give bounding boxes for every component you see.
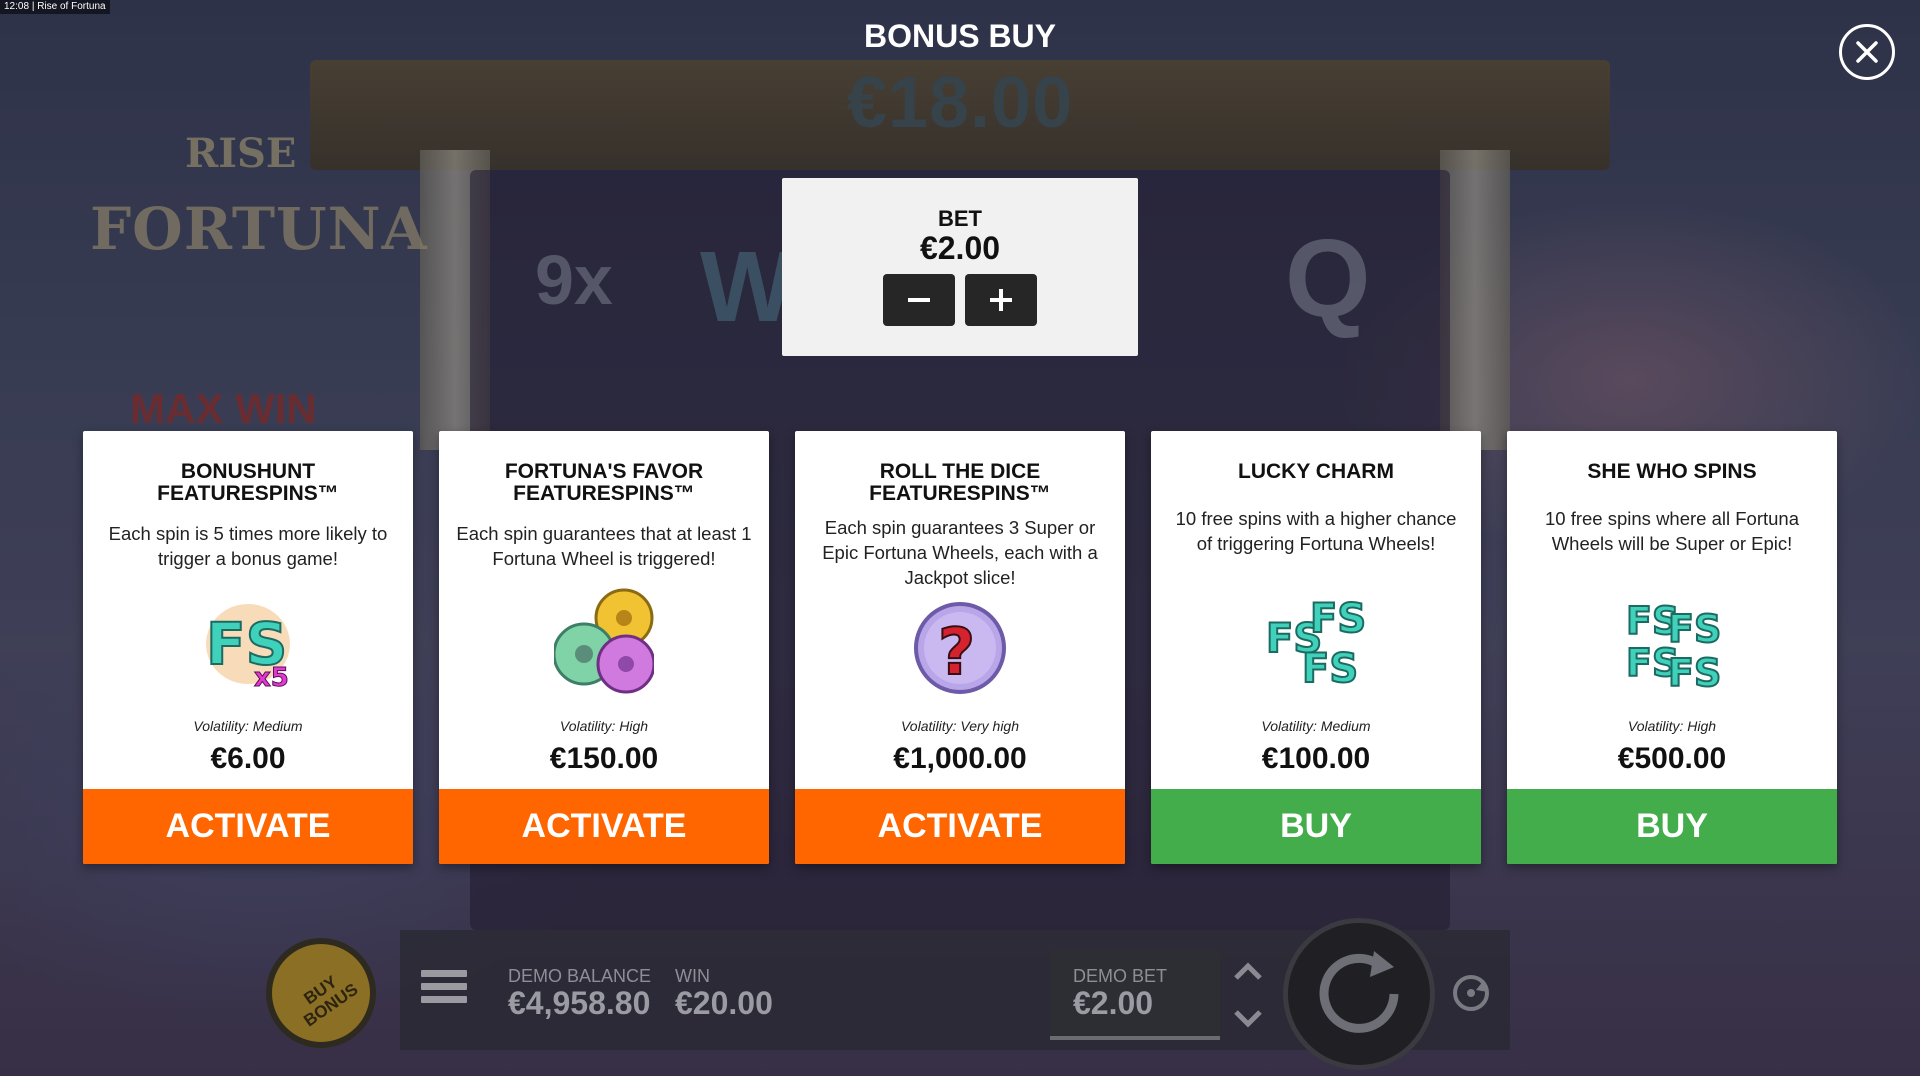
status-app-title: Rise of Fortuna (37, 1, 106, 12)
card-description: 10 free spins with a higher chance of tr… (1175, 508, 1457, 554)
card-price: €500.00 (1617, 742, 1727, 775)
card-title-line2: FEATURESPINS™ (869, 482, 1051, 505)
close-button[interactable] (1839, 24, 1895, 80)
bonus-buy-total: €18.00 (846, 63, 1074, 143)
buy-button[interactable]: BUY (1507, 789, 1837, 864)
fs-quad-icon: FS FS FS FS (1622, 586, 1722, 696)
demo-bet-label: DEMO BET (1073, 966, 1168, 986)
autoplay-icon[interactable] (1448, 970, 1494, 1016)
bonus-card-bonushunt: BONUSHUNT FEATURESPINS™ Each spin is 5 t… (83, 431, 413, 864)
card-volatility: Volatility: Medium (193, 718, 303, 734)
fs-glyph: FS (1302, 646, 1358, 692)
card-title: FORTUNA'S FAVOR FEATURESPINS™ (449, 461, 759, 505)
card-description: Each spin guarantees that at least 1 For… (456, 523, 752, 569)
x5-badge: x5 (254, 663, 289, 693)
demo-balance-value: €4,958.80 (508, 985, 651, 1021)
close-icon (1856, 41, 1878, 63)
card-title: SHE WHO SPINS (1517, 461, 1827, 483)
menu-icon[interactable] (421, 970, 467, 1010)
card-title-line1: LUCKY CHARM (1238, 460, 1394, 483)
card-title-line1: BONUSHUNT (180, 460, 316, 483)
card-price: €100.00 (1261, 742, 1371, 775)
card-title-line1: SHE WHO SPINS (1587, 460, 1757, 483)
bonus-card-she-who-spins: SHE WHO SPINS 10 free spins where all Fo… (1507, 431, 1837, 864)
activate-button[interactable]: ACTIVATE (83, 789, 413, 864)
spin-button[interactable] (1283, 918, 1435, 1070)
bet-arrows[interactable] (1228, 956, 1268, 1036)
fs-triple-icon: FS FS FS (1265, 586, 1367, 696)
card-description: 10 free spins where all Fortuna Wheels w… (1545, 508, 1799, 554)
chevron-down-icon (1234, 1010, 1262, 1028)
demo-balance-label: DEMO BALANCE (508, 966, 652, 986)
bonus-card-fortunas-favor: FORTUNA'S FAVOR FEATURESPINS™ Each spin … (439, 431, 769, 864)
fs-x5-icon: FS x5 (198, 586, 298, 696)
card-title-line1: ROLL THE DICE (879, 460, 1041, 483)
question-mark: ? (938, 616, 975, 690)
card-title: BONUSHUNT FEATURESPINS™ (93, 461, 403, 505)
card-title-line2: FEATURESPINS™ (157, 482, 339, 505)
buy-button[interactable]: BUY (1151, 789, 1481, 864)
demo-bet-value: €2.00 (1073, 985, 1154, 1021)
bet-increase-button[interactable] (965, 274, 1037, 326)
buy-bonus-label: BUY BONUS (300, 972, 362, 1031)
plus-icon (990, 289, 1012, 311)
bet-label: BET (938, 206, 982, 231)
chevron-up-icon (1234, 962, 1262, 980)
card-volatility: Volatility: High (559, 718, 649, 734)
card-description: Each spin is 5 times more likely to trig… (108, 523, 388, 569)
buy-bonus-button[interactable]: BUY BONUS (266, 938, 376, 1048)
fs-glyph: FS (1668, 651, 1721, 695)
spin-arrow-icon (1319, 951, 1399, 1033)
card-description: Each spin guarantees 3 Super or Epic For… (822, 517, 1098, 588)
win-label: WIN (675, 966, 710, 986)
card-price: €6.00 (210, 742, 286, 775)
activate-button[interactable]: ACTIVATE (795, 789, 1125, 864)
bonus-card-roll-the-dice: ROLL THE DICE FEATURESPINS™ Each spin gu… (795, 431, 1125, 864)
card-price: €150.00 (549, 742, 659, 775)
status-bar: 12:08 | Rise of Fortuna (0, 0, 110, 14)
bet-panel: BET €2.00 (782, 178, 1138, 356)
bet-decrease-button[interactable] (883, 274, 955, 326)
card-title: ROLL THE DICE FEATURESPINS™ (805, 461, 1115, 505)
card-volatility: Volatility: Medium (1261, 718, 1371, 734)
card-title-line2: FEATURESPINS™ (513, 482, 695, 505)
win-value: €20.00 (675, 985, 773, 1021)
status-time: 12:08 (4, 1, 30, 12)
activate-button[interactable]: ACTIVATE (439, 789, 769, 864)
bet-value: €2.00 (919, 230, 1001, 266)
minus-icon (908, 298, 930, 302)
card-price: €1,000.00 (893, 742, 1027, 775)
card-volatility: Volatility: High (1627, 718, 1717, 734)
status-separator: | (31, 1, 35, 12)
bonus-card-lucky-charm: LUCKY CHARM 10 free spins with a higher … (1151, 431, 1481, 864)
fs-glyph: FS (1310, 596, 1366, 642)
bonus-buy-title: BONUS BUY (863, 18, 1056, 54)
card-title-line1: FORTUNA'S FAVOR (504, 460, 704, 483)
card-title: LUCKY CHARM (1161, 461, 1471, 483)
fortuna-wheels-icon (552, 586, 656, 696)
mystery-question-icon: ? (910, 586, 1010, 696)
card-volatility: Volatility: Very high (900, 718, 1019, 734)
